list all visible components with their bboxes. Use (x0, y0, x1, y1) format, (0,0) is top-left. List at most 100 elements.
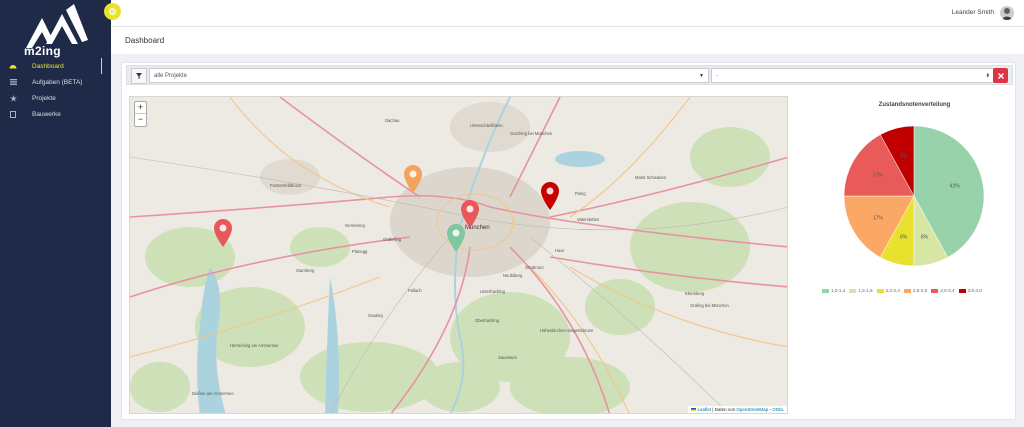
chart-legend: 1,0-1,4 1,5-1,9 2,0-2,4 2,5-2,9 3,0-3,4 3,5-4… (822, 288, 1017, 293)
legend-swatch (876, 288, 884, 293)
place-label: Ebersberg (685, 291, 705, 296)
chevron-updown-icon: ⬍ (985, 73, 990, 79)
sidebar-item-bauwerke[interactable]: Bauwerke (0, 106, 111, 122)
place-label: Starnberg (296, 268, 315, 273)
chevron-down-icon: ▼ (699, 73, 704, 79)
place-label: Gräfelfing (383, 237, 402, 242)
close-icon (997, 72, 1004, 79)
odbl-link[interactable]: ODbL (772, 407, 784, 412)
place-label: Poing (575, 191, 586, 196)
filter-bar: alle Projekte ▼ - ⬍ (126, 65, 1013, 85)
place-label: Vaterstetten (577, 217, 600, 222)
place-label: Sauerlach (498, 355, 518, 360)
place-label: Neubiberg (503, 273, 523, 278)
legend-swatch (931, 288, 939, 293)
place-label: Garching bei München (510, 131, 553, 136)
zoom-control: + − (134, 101, 147, 127)
legend-label: 2,5-2,9 (912, 288, 928, 293)
sidebar-item-label: Projekte (32, 94, 56, 102)
sidebar-item-aufgaben[interactable]: Aufgaben (BETA) (0, 74, 111, 90)
legend-swatch (958, 288, 966, 293)
place-label: Unterhaching (480, 289, 506, 294)
place-label: Dießen am Ammersee (192, 391, 234, 396)
sidebar-item-label: Bauwerke (32, 110, 61, 118)
top-bar: Leander Smith (111, 0, 1024, 27)
sidebar-item-projekte[interactable]: Projekte (0, 90, 111, 106)
sidebar-item-label: Aufgaben (BETA) (32, 78, 83, 86)
dashboard-card: alle Projekte ▼ - ⬍ Dachau Unterschleißh… (121, 62, 1016, 420)
legend-item[interactable]: 1,0-1,4 (822, 288, 845, 293)
pie-slice-label: 42% (950, 184, 961, 190)
place-label: Grafing bei München (690, 303, 730, 308)
project-select[interactable]: alle Projekte ▼ (149, 68, 709, 83)
legend-item[interactable]: 2,0-2,4 (876, 288, 900, 293)
avatar[interactable] (1000, 6, 1014, 20)
pie-slice-label: 8% (900, 235, 908, 241)
dashboard-gauge-icon (8, 63, 18, 69)
zoom-out-button[interactable]: − (135, 114, 146, 126)
place-label: Oberhaching (475, 318, 500, 323)
legend-swatch (822, 288, 829, 293)
leaflet-link[interactable]: Leaflet (697, 407, 711, 412)
attribution-text: | Daten von (712, 407, 736, 412)
secondary-select-value: - (716, 73, 718, 79)
document-icon (8, 110, 18, 118)
sidebar: m2ing Dashboard Aufgaben (BETA) Projekte… (0, 0, 111, 427)
legend-item[interactable]: 3,5-4,0 (958, 288, 982, 293)
pie-chart: 42% 8% 8% 17% 17% 8% (843, 125, 985, 267)
map-tiles: Dachau Unterschleißheim Garching bei Mün… (130, 97, 787, 413)
sidebar-toggle-button[interactable] (104, 3, 121, 20)
place-label: Unterschleißheim (470, 123, 503, 128)
place-label: Dachau (385, 118, 400, 123)
legend-label: 3,5-4,0 (967, 288, 982, 293)
place-label: Markt Schwaben (635, 175, 667, 180)
pie-slice-label: 8% (921, 235, 929, 241)
condition-chart: Zustandsnotenverteilung 42% 8% 8% 17% 17% 8% … (812, 96, 1017, 296)
user-name[interactable]: Leander Smith (952, 9, 994, 16)
tasks-list-icon (8, 79, 18, 85)
logo-text: m2ing (24, 44, 61, 58)
legend-swatch (903, 288, 911, 293)
filter-button[interactable] (131, 68, 147, 84)
legend-label: 1,5-1,9 (858, 288, 873, 293)
place-label: Höhenkirchen-Siegertsbrunn (540, 328, 594, 333)
zoom-in-button[interactable]: + (135, 102, 146, 114)
page-header: Dashboard (111, 27, 1024, 54)
pie-slice-label: 17% (873, 173, 884, 179)
secondary-select[interactable]: - ⬍ (711, 68, 995, 83)
sidebar-item-dashboard[interactable]: Dashboard (0, 58, 111, 74)
pie-slice-label: 8% (900, 153, 908, 159)
legend-label: 2,0-2,4 (885, 288, 900, 293)
gear-icon (109, 8, 116, 15)
legend-swatch (849, 288, 857, 293)
leaflet-flag-icon (691, 408, 697, 411)
map-pin-icon[interactable] (214, 219, 232, 247)
legend-item[interactable]: 1,5-1,9 (849, 288, 873, 293)
place-label: Ottobrunn (525, 265, 544, 270)
map-pin-icon[interactable] (447, 224, 465, 252)
legend-label: 3,0-3,4 (940, 288, 955, 293)
map-attribution: Leaflet | Daten von OpenStreetMap - ODbL (688, 406, 787, 413)
place-label: Haar (555, 248, 565, 253)
pie-slice-label: 17% (873, 215, 884, 221)
legend-item[interactable]: 3,0-3,4 (931, 288, 955, 293)
filter-funnel-icon (136, 73, 142, 79)
attribution-separator: - (769, 407, 771, 412)
sidebar-item-label: Dashboard (32, 62, 64, 70)
place-label: Fürstenfeldbruck (270, 183, 302, 188)
map-pin-icon[interactable] (404, 165, 422, 193)
legend-item[interactable]: 2,5-2,9 (903, 288, 928, 293)
osm-link[interactable]: OpenStreetMap (736, 407, 768, 412)
clear-filter-button[interactable] (993, 68, 1008, 83)
map-pin-icon[interactable] (541, 182, 559, 210)
star-icon (8, 94, 18, 102)
place-label: Gauting (368, 313, 383, 318)
project-select-value: alle Projekte (154, 73, 188, 79)
map[interactable]: Dachau Unterschleißheim Garching bei Mün… (129, 96, 788, 414)
place-label: Pullach (408, 288, 422, 293)
place-label: Germering (345, 223, 365, 228)
page-title: Dashboard (125, 36, 165, 45)
place-label: Planegg (352, 249, 368, 254)
legend-label: 1,0-1,4 (831, 288, 846, 293)
place-label: Herrsching am Ammersee (230, 343, 279, 348)
